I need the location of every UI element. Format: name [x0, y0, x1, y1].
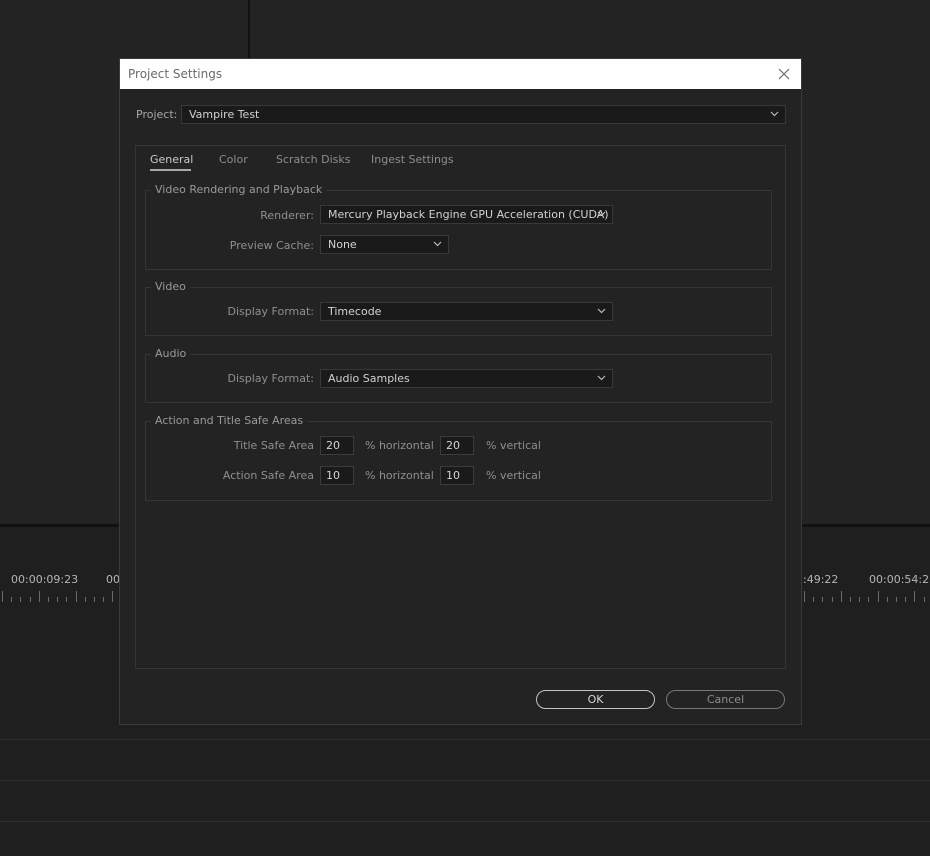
- ruler-tick: [76, 591, 77, 602]
- project-value: Vampire Test: [189, 108, 260, 121]
- video-group: Video Display Format: Timecode: [145, 280, 772, 336]
- track-divider: [0, 739, 930, 740]
- ruler-tick: [39, 591, 40, 602]
- chevron-down-icon: [433, 241, 442, 247]
- action-safe-horizontal-input[interactable]: [320, 466, 354, 485]
- ruler-tick: [112, 591, 113, 602]
- group-title: Video: [151, 280, 190, 293]
- ruler-tick: [11, 597, 12, 602]
- vertical-unit-label: % vertical: [486, 439, 541, 452]
- time-ruler[interactable]: [802, 590, 930, 602]
- track-divider: [0, 780, 930, 781]
- action-safe-area-label: Action Safe Area: [222, 469, 314, 482]
- chevron-down-icon: [770, 111, 779, 117]
- horizontal-unit-label: % horizontal: [365, 469, 434, 482]
- ruler-tick: [804, 591, 805, 602]
- group-title: Audio: [151, 347, 191, 360]
- ruler-tick: [66, 597, 67, 602]
- video-display-format-dropdown[interactable]: Timecode: [320, 302, 613, 321]
- action-safe-vertical-input[interactable]: [440, 466, 474, 485]
- ruler-tick: [20, 597, 21, 602]
- video-display-format-value: Timecode: [328, 305, 382, 318]
- close-icon: [778, 68, 790, 80]
- audio-display-format-label: Display Format:: [227, 372, 314, 385]
- settings-panel: General Color Scratch Disks Ingest Setti…: [135, 145, 786, 669]
- audio-display-format-dropdown[interactable]: Audio Samples: [320, 369, 613, 388]
- title-safe-vertical-input[interactable]: [440, 436, 474, 455]
- renderer-value: Mercury Playback Engine GPU Acceleration…: [328, 208, 609, 221]
- ruler-tick: [813, 597, 814, 602]
- group-title: Action and Title Safe Areas: [151, 414, 308, 427]
- ruler-tick: [48, 597, 49, 602]
- track-divider: [0, 821, 930, 822]
- preview-cache-dropdown[interactable]: None: [320, 235, 449, 254]
- timeline-timecode: :49:22: [803, 573, 839, 586]
- ruler-tick: [896, 597, 897, 602]
- dialog-title: Project Settings: [128, 67, 223, 81]
- project-settings-dialog: Project Settings Project: Vampire Test G…: [119, 58, 802, 725]
- tab-scratch-disks[interactable]: Scratch Disks: [276, 153, 350, 166]
- horizontal-unit-label: % horizontal: [365, 439, 434, 452]
- ruler-tick: [57, 597, 58, 602]
- project-label: Project:: [136, 108, 178, 121]
- safe-areas-group: Action and Title Safe Areas Title Safe A…: [145, 414, 772, 501]
- ruler-tick: [924, 597, 925, 602]
- ok-button[interactable]: OK: [536, 690, 655, 709]
- ruler-tick: [905, 597, 906, 602]
- tab-color[interactable]: Color: [219, 153, 248, 166]
- renderer-dropdown[interactable]: Mercury Playback Engine GPU Acceleration…: [320, 205, 613, 224]
- ruler-tick: [841, 591, 842, 602]
- ruler-tick: [878, 591, 879, 602]
- active-tab-indicator: [150, 169, 191, 171]
- tab-general[interactable]: General: [150, 153, 193, 166]
- audio-display-format-value: Audio Samples: [328, 372, 410, 385]
- close-button[interactable]: [773, 63, 795, 85]
- ruler-tick: [822, 597, 823, 602]
- ruler-tick: [850, 597, 851, 602]
- ruler-tick: [914, 591, 915, 602]
- video-display-format-label: Display Format:: [227, 305, 314, 318]
- preview-cache-label: Preview Cache:: [229, 239, 314, 252]
- ruler-tick: [94, 597, 95, 602]
- ruler-tick: [859, 597, 860, 602]
- dialog-titlebar[interactable]: Project Settings: [120, 59, 801, 89]
- title-safe-area-label: Title Safe Area: [233, 439, 314, 452]
- cancel-button[interactable]: Cancel: [666, 690, 785, 709]
- audio-group: Audio Display Format: Audio Samples: [145, 347, 772, 403]
- renderer-label: Renderer:: [260, 209, 314, 222]
- chevron-down-icon: [597, 308, 606, 314]
- chevron-down-icon: [597, 375, 606, 381]
- ruler-tick: [85, 597, 86, 602]
- panel-divider[interactable]: [248, 0, 250, 58]
- time-ruler[interactable]: [0, 590, 119, 602]
- video-rendering-group: Video Rendering and Playback Renderer: M…: [145, 183, 772, 270]
- ruler-tick: [30, 597, 31, 602]
- project-dropdown[interactable]: Vampire Test: [181, 105, 786, 124]
- group-title: Video Rendering and Playback: [151, 183, 327, 196]
- ruler-tick: [103, 597, 104, 602]
- ruler-tick: [887, 597, 888, 602]
- ruler-tick: [832, 597, 833, 602]
- timeline-timecode: 00:00:09:23: [11, 573, 79, 586]
- vertical-unit-label: % vertical: [486, 469, 541, 482]
- title-safe-horizontal-input[interactable]: [320, 436, 354, 455]
- tab-ingest-settings[interactable]: Ingest Settings: [371, 153, 454, 166]
- ruler-tick: [2, 591, 3, 602]
- preview-cache-value: None: [328, 238, 357, 251]
- ruler-tick: [868, 597, 869, 602]
- chevron-down-icon: [597, 211, 606, 217]
- timeline-timecode: 00:00:54:22: [869, 573, 930, 586]
